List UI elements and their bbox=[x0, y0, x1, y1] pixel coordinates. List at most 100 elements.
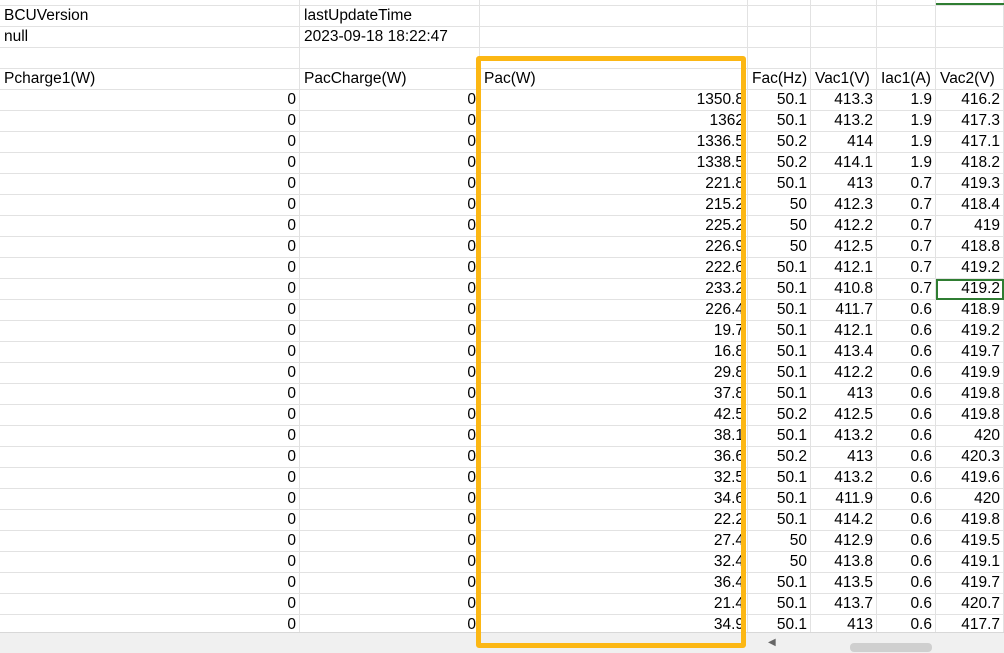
table-cell[interactable]: 0.7 bbox=[877, 258, 936, 279]
table-cell[interactable]: 419 bbox=[936, 216, 1004, 237]
table-cell[interactable]: 0 bbox=[300, 132, 480, 153]
table-cell[interactable]: 36.4 bbox=[480, 573, 748, 594]
cell-empty[interactable] bbox=[480, 6, 748, 27]
table-cell[interactable]: 50.1 bbox=[748, 300, 811, 321]
scrollbar-thumb[interactable] bbox=[850, 643, 932, 652]
table-cell[interactable]: 0 bbox=[300, 489, 480, 510]
table-cell[interactable]: 50.1 bbox=[748, 489, 811, 510]
cell-label[interactable]: lastUpdateTime bbox=[300, 6, 480, 27]
table-cell[interactable]: 412.2 bbox=[811, 363, 877, 384]
table-cell[interactable]: 419.2 bbox=[936, 258, 1004, 279]
table-cell[interactable]: 0 bbox=[300, 174, 480, 195]
table-cell[interactable]: 0 bbox=[300, 552, 480, 573]
table-cell[interactable]: 0 bbox=[300, 342, 480, 363]
table-cell[interactable]: 413.4 bbox=[811, 342, 877, 363]
cell-empty[interactable] bbox=[748, 6, 811, 27]
table-cell[interactable]: 0.6 bbox=[877, 384, 936, 405]
table-cell[interactable]: 0.6 bbox=[877, 426, 936, 447]
table-cell[interactable]: 0.7 bbox=[877, 195, 936, 216]
table-cell[interactable]: 50 bbox=[748, 237, 811, 258]
table-cell[interactable]: 19.7 bbox=[480, 321, 748, 342]
table-cell[interactable]: 412.1 bbox=[811, 258, 877, 279]
table-cell[interactable]: 0 bbox=[0, 258, 300, 279]
table-cell[interactable]: 50.2 bbox=[748, 132, 811, 153]
table-cell[interactable]: 0 bbox=[300, 237, 480, 258]
table-cell[interactable]: 419.7 bbox=[936, 573, 1004, 594]
table-cell[interactable]: 0 bbox=[0, 573, 300, 594]
table-cell[interactable]: 0 bbox=[300, 363, 480, 384]
table-cell[interactable]: 413.2 bbox=[811, 468, 877, 489]
table-cell[interactable]: 0 bbox=[300, 111, 480, 132]
table-cell[interactable]: 418.8 bbox=[936, 237, 1004, 258]
table-cell[interactable]: 0 bbox=[0, 405, 300, 426]
table-cell[interactable]: 0 bbox=[300, 405, 480, 426]
table-cell[interactable]: 1362 bbox=[480, 111, 748, 132]
table-cell[interactable]: 29.8 bbox=[480, 363, 748, 384]
table-cell[interactable]: 0.6 bbox=[877, 552, 936, 573]
table-cell[interactable]: 34.6 bbox=[480, 489, 748, 510]
table-cell[interactable]: 0 bbox=[0, 279, 300, 300]
table-cell[interactable]: 27.4 bbox=[480, 531, 748, 552]
table-cell[interactable]: 50.1 bbox=[748, 258, 811, 279]
table-cell[interactable]: 37.8 bbox=[480, 384, 748, 405]
table-cell[interactable]: 418.2 bbox=[936, 153, 1004, 174]
table-cell[interactable]: 419.8 bbox=[936, 510, 1004, 531]
table-cell[interactable]: 1336.5 bbox=[480, 132, 748, 153]
table-cell[interactable]: 16.8 bbox=[480, 342, 748, 363]
table-cell[interactable]: 0 bbox=[0, 594, 300, 615]
table-cell[interactable]: 0 bbox=[300, 300, 480, 321]
table-cell[interactable]: 0 bbox=[300, 573, 480, 594]
table-cell[interactable]: 413 bbox=[811, 447, 877, 468]
table-cell[interactable]: 233.2 bbox=[480, 279, 748, 300]
table-cell[interactable]: 0.6 bbox=[877, 468, 936, 489]
table-cell[interactable]: 50 bbox=[748, 531, 811, 552]
table-cell[interactable]: 0 bbox=[0, 90, 300, 111]
table-cell[interactable]: 50.1 bbox=[748, 321, 811, 342]
table-cell[interactable]: 412.2 bbox=[811, 216, 877, 237]
column-header[interactable]: Pcharge1(W) bbox=[0, 69, 300, 90]
table-cell[interactable]: 0.6 bbox=[877, 447, 936, 468]
cell-empty[interactable] bbox=[877, 27, 936, 48]
table-cell[interactable]: 50.1 bbox=[748, 510, 811, 531]
table-cell[interactable]: 0 bbox=[0, 531, 300, 552]
table-cell[interactable]: 413 bbox=[811, 615, 877, 632]
table-cell[interactable]: 21.4 bbox=[480, 594, 748, 615]
spreadsheet-grid[interactable]: BCUVersion lastUpdateTime null 2023-09-18 1… bbox=[0, 0, 1004, 632]
table-cell[interactable]: 50.1 bbox=[748, 594, 811, 615]
scroll-left-icon[interactable]: ◀ bbox=[768, 637, 776, 648]
table-cell[interactable]: 414 bbox=[811, 132, 877, 153]
cell-empty[interactable] bbox=[877, 6, 936, 27]
table-cell[interactable]: 0 bbox=[300, 594, 480, 615]
table-cell[interactable]: 0.6 bbox=[877, 531, 936, 552]
column-header[interactable]: Iac1(A) bbox=[877, 69, 936, 90]
table-cell[interactable]: 420.7 bbox=[936, 594, 1004, 615]
table-cell[interactable]: 0 bbox=[0, 195, 300, 216]
table-cell[interactable]: 412.1 bbox=[811, 321, 877, 342]
table-cell[interactable]: 420 bbox=[936, 489, 1004, 510]
cell-empty[interactable] bbox=[748, 48, 811, 69]
table-cell[interactable]: 1.9 bbox=[877, 111, 936, 132]
table-cell[interactable]: 50.1 bbox=[748, 363, 811, 384]
cell-empty[interactable] bbox=[936, 48, 1004, 69]
table-cell[interactable]: 0 bbox=[0, 615, 300, 632]
table-cell[interactable]: 420.3 bbox=[936, 447, 1004, 468]
table-cell[interactable]: 0.6 bbox=[877, 321, 936, 342]
table-cell[interactable]: 0 bbox=[300, 279, 480, 300]
column-header[interactable]: Fac(Hz) bbox=[748, 69, 811, 90]
table-cell[interactable]: 418.9 bbox=[936, 300, 1004, 321]
table-cell[interactable]: 50.1 bbox=[748, 384, 811, 405]
table-cell[interactable]: 419.8 bbox=[936, 405, 1004, 426]
table-cell[interactable]: 0 bbox=[0, 300, 300, 321]
table-cell[interactable]: 50 bbox=[748, 195, 811, 216]
table-cell[interactable]: 0 bbox=[0, 132, 300, 153]
table-cell[interactable]: 0 bbox=[0, 489, 300, 510]
cell-empty[interactable] bbox=[936, 6, 1004, 27]
table-cell[interactable]: 226.9 bbox=[480, 237, 748, 258]
table-cell[interactable]: 0.6 bbox=[877, 510, 936, 531]
table-cell[interactable]: 0 bbox=[300, 615, 480, 632]
table-cell[interactable]: 413.3 bbox=[811, 90, 877, 111]
table-cell[interactable]: 50.1 bbox=[748, 573, 811, 594]
table-cell[interactable]: 0 bbox=[300, 195, 480, 216]
table-cell[interactable]: 38.1 bbox=[480, 426, 748, 447]
table-cell[interactable]: 222.6 bbox=[480, 258, 748, 279]
